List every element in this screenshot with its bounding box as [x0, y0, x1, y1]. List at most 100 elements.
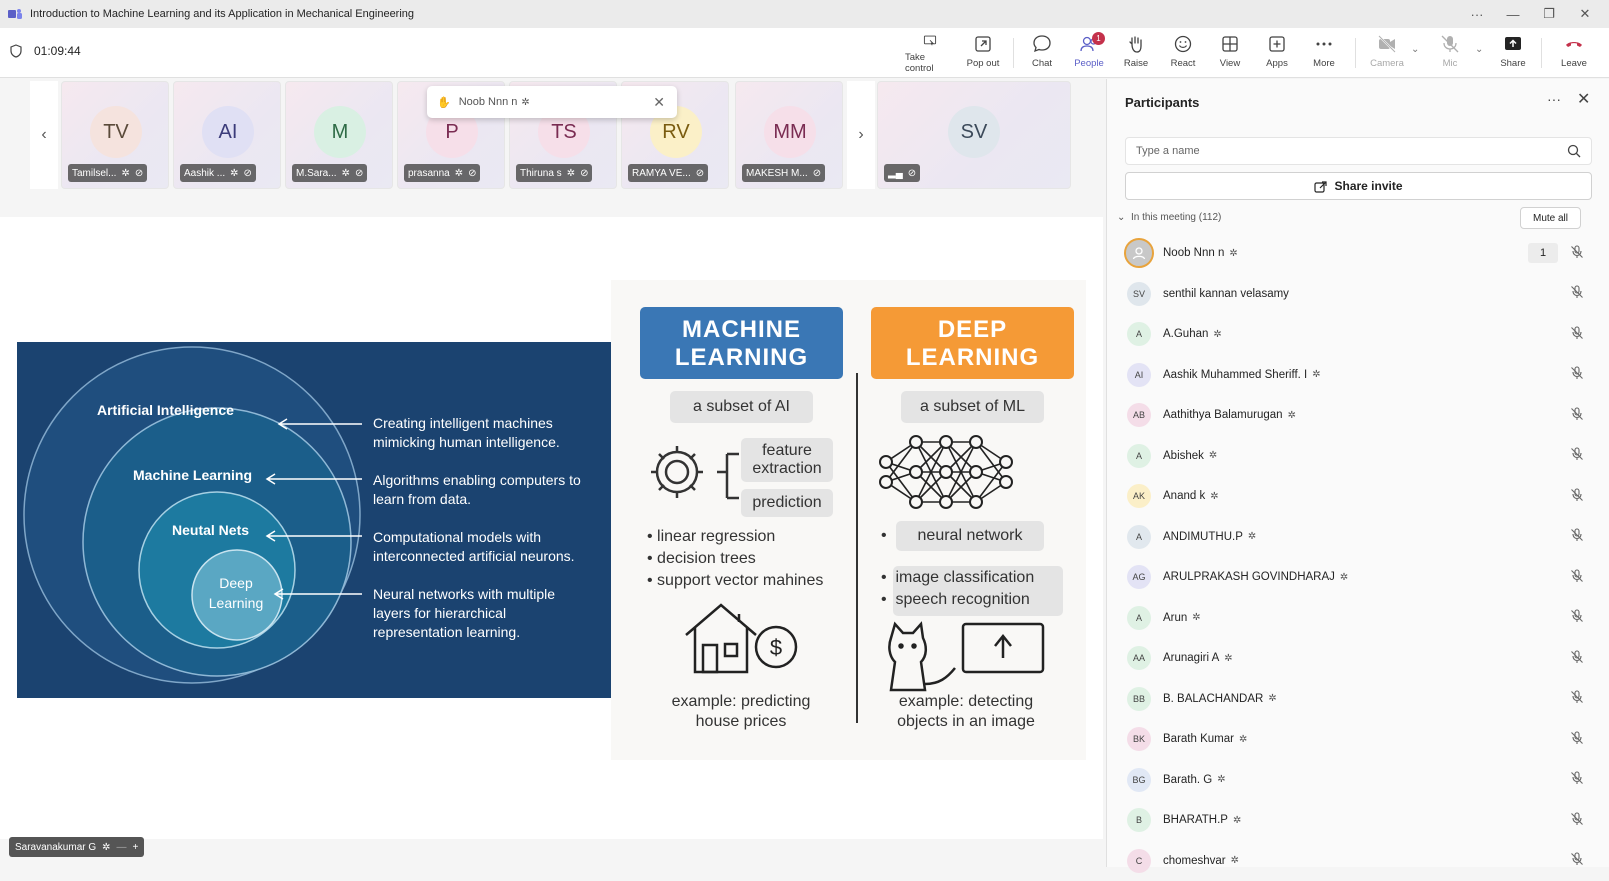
strip-next-chevron-icon[interactable]: › [847, 81, 875, 189]
mic-off-icon[interactable] [1570, 488, 1584, 505]
search-input[interactable]: Type a name [1125, 137, 1592, 165]
participant-tile[interactable]: AI Aashik ...✲⊘ [173, 81, 281, 189]
avatar: SV [948, 106, 1000, 158]
mic-button[interactable]: Mic [1425, 34, 1475, 74]
camera-button[interactable]: Camera [1362, 34, 1412, 74]
avatar: AG [1127, 565, 1151, 589]
presenter-label[interactable]: Saravanakumar G ✲ — + [9, 837, 144, 857]
participant-row[interactable]: AA.Guhan✲ [1107, 314, 1609, 355]
mic-off-icon[interactable] [1570, 690, 1584, 707]
participant-name: Noob Nnn n [1163, 247, 1224, 259]
raised-hand-toast[interactable]: ✋ Noob Nnn n ✲ ✕ [427, 86, 677, 118]
meeting-toolbar: 01:09:44 Take control Pop out Chat 1 Peo… [0, 28, 1609, 78]
mic-off-icon[interactable] [1570, 528, 1584, 545]
apps-button[interactable]: Apps [1252, 34, 1302, 74]
people-button[interactable]: 1 People [1064, 34, 1114, 74]
camera-options-chevron-icon[interactable]: ⌄ [1411, 44, 1419, 55]
more-button[interactable]: More [1299, 34, 1349, 74]
activity-icon: ✲ [342, 168, 350, 179]
close-window-icon[interactable]: ✕ [1567, 6, 1603, 22]
pop-out-button[interactable]: Pop out [958, 34, 1008, 74]
mic-off-icon[interactable] [1570, 650, 1584, 667]
view-icon [1220, 34, 1240, 54]
restore-icon[interactable]: ❐ [1531, 6, 1567, 22]
mic-options-chevron-icon[interactable]: ⌄ [1475, 44, 1483, 55]
mic-off-icon[interactable] [1570, 812, 1584, 829]
participant-row[interactable]: AAArunagiri A✲ [1107, 638, 1609, 679]
mic-off-icon: ⊘ [908, 168, 916, 179]
view-button[interactable]: View [1205, 34, 1255, 74]
presenter-name: Saravanakumar G [15, 842, 96, 853]
participant-row[interactable]: AKAnand k✲ [1107, 476, 1609, 517]
participant-row[interactable]: BKBarath Kumar✲ [1107, 719, 1609, 760]
column-divider [856, 373, 858, 723]
participant-row[interactable]: AAbishek✲ [1107, 436, 1609, 477]
participant-name: ANDIMUTHU.P [1163, 531, 1243, 543]
participant-name: Arunagiri A [1163, 652, 1219, 664]
participant-row[interactable]: AArun✲ [1107, 598, 1609, 639]
mic-off-icon[interactable] [1570, 569, 1584, 586]
mic-off-icon[interactable] [1570, 366, 1584, 383]
mic-off-icon[interactable] [1570, 407, 1584, 424]
activity-icon: ✲ [102, 842, 110, 853]
participant-row[interactable]: AGARULPRAKASH GOVINDHARAJ✲ [1107, 557, 1609, 598]
mic-off-icon[interactable] [1570, 326, 1584, 343]
zoom-in-icon[interactable]: + [133, 842, 139, 853]
participant-name: A.Guhan [1163, 328, 1208, 340]
window-more-icon[interactable]: ··· [1459, 7, 1495, 22]
mic-off-icon: ⊘ [580, 168, 588, 179]
participant-row[interactable]: AIAashik Muhammed Sheriff. I✲ [1107, 355, 1609, 396]
mic-off-icon[interactable] [1570, 245, 1584, 262]
leave-button[interactable]: Leave [1549, 34, 1599, 74]
toast-close-icon[interactable]: ✕ [653, 94, 665, 111]
avatar [1124, 238, 1154, 268]
activity-icon: ✲ [1268, 693, 1276, 704]
participant-row[interactable]: BBB. BALACHANDAR✲ [1107, 679, 1609, 720]
tile-name: MAKESH M... [746, 168, 808, 179]
strip-prev-chevron-icon[interactable]: ‹ [30, 81, 58, 189]
camera-off-icon [1377, 34, 1397, 54]
participant-name: Abishek [1163, 450, 1204, 462]
participant-row[interactable]: BBHARATH.P✲ [1107, 800, 1609, 841]
panel-close-icon[interactable]: ✕ [1577, 89, 1590, 109]
in-meeting-section-toggle[interactable]: ⌄ In this meeting (112) [1117, 212, 1221, 223]
take-control-button[interactable]: Take control [905, 34, 955, 74]
raise-hand-button[interactable]: Raise [1111, 34, 1161, 74]
zoom-out-icon[interactable]: — [117, 842, 127, 853]
signal-icon: ▂▄ [888, 168, 903, 179]
participant-row[interactable]: ABAathithya Balamurugan✲ [1107, 395, 1609, 436]
mic-off-icon[interactable] [1570, 609, 1584, 626]
share-button[interactable]: Share [1488, 34, 1538, 74]
participant-tile[interactable]: TV Tamilsel...✲⊘ [61, 81, 169, 189]
mic-off-icon[interactable] [1570, 771, 1584, 788]
avatar: B [1127, 808, 1151, 832]
participant-row[interactable]: SVsenthil kannan velasamy [1107, 274, 1609, 315]
participant-row[interactable]: BGBarath. G✲ [1107, 760, 1609, 801]
react-button[interactable]: React [1158, 34, 1208, 74]
participant-row[interactable]: AANDIMUTHU.P✲ [1107, 517, 1609, 558]
mic-off-icon[interactable] [1570, 731, 1584, 748]
chat-button[interactable]: Chat [1017, 34, 1067, 74]
mic-off-icon[interactable] [1570, 285, 1584, 302]
ml-description: Algorithms enabling computers tolearn fr… [373, 471, 581, 509]
leave-icon [1564, 34, 1584, 54]
minimize-icon[interactable]: — [1495, 7, 1531, 22]
participant-tile[interactable]: MM MAKESH M...⊘ [735, 81, 843, 189]
participant-name: Anand k [1163, 490, 1205, 502]
share-invite-button[interactable]: Share invite [1125, 172, 1592, 200]
participant-row[interactable]: Noob Nnn n✲1 [1107, 233, 1609, 274]
participant-tile[interactable]: M M.Sara...✲⊘ [285, 81, 393, 189]
avatar: AI [202, 106, 254, 158]
avatar: A [1127, 606, 1151, 630]
mic-off-icon[interactable] [1570, 447, 1584, 464]
svg-text:$: $ [770, 635, 782, 660]
mic-off-icon: ⊘ [135, 168, 143, 179]
more-icon [1314, 34, 1334, 54]
mute-all-button[interactable]: Mute all [1520, 207, 1581, 229]
panel-title: Participants [1125, 95, 1199, 110]
self-tile[interactable]: SV ▂▄ ⊘ [877, 81, 1071, 189]
participant-row[interactable]: Cchomeshvar✲ [1107, 841, 1609, 881]
shared-slide: Artificial Intelligence Machine Learning… [0, 217, 1103, 839]
panel-more-icon[interactable]: ··· [1547, 91, 1561, 107]
search-placeholder: Type a name [1136, 145, 1200, 157]
